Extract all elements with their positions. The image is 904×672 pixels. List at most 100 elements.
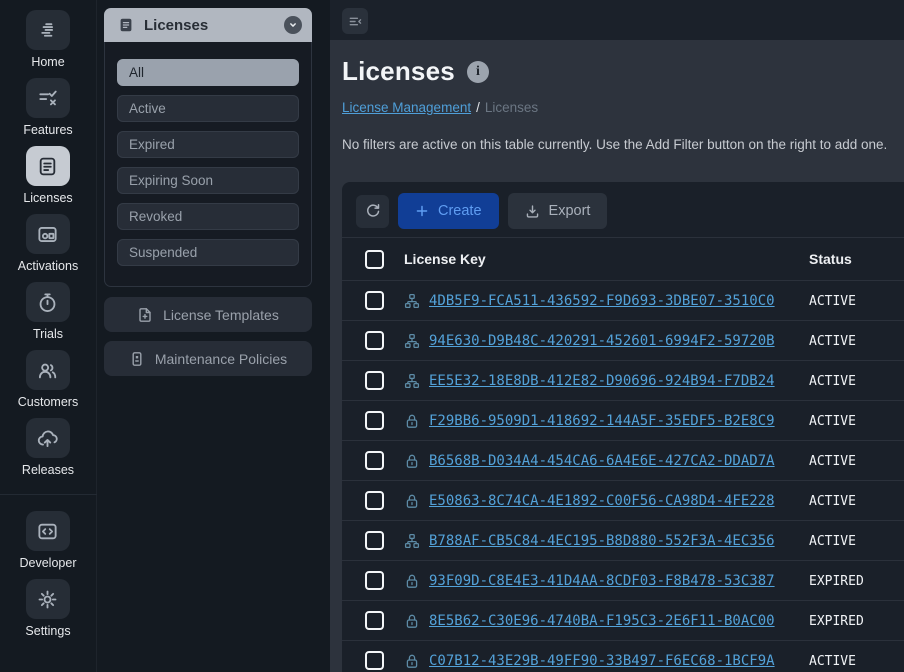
row-checkbox[interactable] <box>365 411 384 430</box>
row-checkbox[interactable] <box>365 291 384 310</box>
table-row: E50863-8C74CA-4E1892-C00F56-CA98D4-4FE22… <box>342 481 904 521</box>
breadcrumb-link-license-management[interactable]: License Management <box>342 100 471 115</box>
table-row: F29BB6-9509D1-418692-144A5F-35EDF5-B2E8C… <box>342 401 904 441</box>
license-table-body: 4DB5F9-FCA511-436592-F9D693-3DBE07-3510C… <box>342 281 904 672</box>
status-cell: EXPIRED <box>809 614 864 629</box>
license-key-link[interactable]: 8E5B62-C30E96-4740BA-F195C3-2E6F11-B0AC0… <box>429 613 775 629</box>
filter-suspended[interactable]: Suspended <box>117 239 299 266</box>
status-cell: ACTIVE <box>809 294 856 309</box>
sidebar-item-label: Settings <box>25 624 70 638</box>
row-checkbox[interactable] <box>365 331 384 350</box>
developer-icon <box>37 521 58 542</box>
table-row: EE5E32-18E8DB-412E82-D90696-924B94-F7DB2… <box>342 361 904 401</box>
row-checkbox[interactable] <box>365 651 384 670</box>
sidebar-item-features[interactable]: Features <box>18 78 78 137</box>
filter-panel-header: Licenses <box>104 8 312 42</box>
sidebar-item-label: Trials <box>33 327 63 341</box>
customers-icon <box>37 360 58 381</box>
licenses-table: License Key Status 4DB5F9-FCA511-436592-… <box>342 237 904 672</box>
sidebar-item-licenses[interactable]: Licenses <box>18 146 78 205</box>
export-button[interactable]: Export <box>508 193 608 229</box>
status-cell: ACTIVE <box>809 414 856 429</box>
lock-icon <box>404 573 420 589</box>
caret-down-icon <box>288 20 298 30</box>
table-row: B6568B-D034A4-454CA6-6A4E6E-427CA2-DDAD7… <box>342 441 904 481</box>
sidebar-divider <box>0 494 97 495</box>
file-plus-icon <box>137 307 153 323</box>
table-row: 4DB5F9-FCA511-436592-F9D693-3DBE07-3510C… <box>342 281 904 321</box>
license-key-link[interactable]: C07B12-43E29B-49FF90-33B497-F6EC68-1BCF9… <box>429 653 775 669</box>
row-checkbox[interactable] <box>365 571 384 590</box>
policy-card-icon <box>129 351 145 367</box>
top-bar <box>330 0 904 40</box>
sitemap-icon <box>404 373 420 389</box>
sidebar-item-developer[interactable]: Developer <box>20 511 77 570</box>
lock-icon <box>404 493 420 509</box>
sidebar-item-activations[interactable]: Activations <box>18 214 78 273</box>
info-icon[interactable]: i <box>467 61 489 83</box>
row-checkbox[interactable] <box>365 611 384 630</box>
table-row: 94E630-D9B48C-420291-452601-6994F2-59720… <box>342 321 904 361</box>
plus-icon <box>415 204 429 218</box>
sidebar-item-trials[interactable]: Trials <box>18 282 78 341</box>
row-checkbox[interactable] <box>365 531 384 550</box>
license-key-link[interactable]: B6568B-D034A4-454CA6-6A4E6E-427CA2-DDAD7… <box>429 453 775 469</box>
lock-icon <box>404 453 420 469</box>
row-checkbox[interactable] <box>365 491 384 510</box>
filter-revoked[interactable]: Revoked <box>117 203 299 230</box>
status-cell: ACTIVE <box>809 654 856 669</box>
sidebar-item-settings[interactable]: Settings <box>20 579 77 638</box>
app-sidebar: Home Features Licenses Activations Trials Cus… <box>0 0 97 672</box>
licenses-filter-panel: Licenses All Active Expired Expiring Soon Re… <box>104 8 312 287</box>
license-key-link[interactable]: F29BB6-9509D1-418692-144A5F-35EDF5-B2E8C… <box>429 413 775 429</box>
license-key-link[interactable]: EE5E32-18E8DB-412E82-D90696-924B94-F7DB2… <box>429 373 775 389</box>
status-cell: ACTIVE <box>809 374 856 389</box>
table-toolbar: Create Export <box>342 182 904 234</box>
panel-collapse-button[interactable] <box>284 16 302 34</box>
refresh-button[interactable] <box>356 195 389 228</box>
filter-notice: No filters are active on this table curr… <box>342 137 904 152</box>
lock-icon <box>404 413 420 429</box>
lock-icon <box>404 613 420 629</box>
features-icon <box>37 88 58 109</box>
table-header-row: License Key Status <box>342 238 904 281</box>
filter-expired[interactable]: Expired <box>117 131 299 158</box>
filter-all[interactable]: All <box>117 59 299 86</box>
column-header-status: Status <box>809 238 904 281</box>
table-row: 8E5B62-C30E96-4740BA-F195C3-2E6F11-B0AC0… <box>342 601 904 641</box>
licenses-note-icon <box>118 17 134 33</box>
page-content: Licenses i License Management/Licenses N… <box>330 40 904 672</box>
status-cell: ACTIVE <box>809 454 856 469</box>
select-all-checkbox[interactable] <box>365 250 384 269</box>
sidebar-nav: Home Features Licenses Activations Trials Cus… <box>18 10 78 486</box>
filter-active[interactable]: Active <box>117 95 299 122</box>
filter-list: All Active Expired Expiring Soon Revoked Susp… <box>104 42 312 287</box>
sidebar-item-label: Licenses <box>23 191 72 205</box>
status-cell: ACTIVE <box>809 334 856 349</box>
license-key-link[interactable]: E50863-8C74CA-4E1892-C00F56-CA98D4-4FE22… <box>429 493 775 509</box>
column-header-license-key: License Key <box>404 238 809 281</box>
create-button[interactable]: Create <box>398 193 499 229</box>
sidebar-item-releases[interactable]: Releases <box>18 418 78 477</box>
row-checkbox[interactable] <box>365 371 384 390</box>
status-cell: EXPIRED <box>809 574 864 589</box>
sidebar-item-label: Developer <box>20 556 77 570</box>
refresh-icon <box>365 203 381 219</box>
sidebar-item-label: Features <box>23 123 72 137</box>
sidebar-item-home[interactable]: Home <box>18 10 78 69</box>
sidebar-bottom-nav: Developer Settings <box>20 511 77 647</box>
sidebar-item-customers[interactable]: Customers <box>18 350 78 409</box>
download-icon <box>525 204 540 219</box>
filter-expiring-soon[interactable]: Expiring Soon <box>117 167 299 194</box>
home-icon <box>37 20 58 41</box>
row-checkbox[interactable] <box>365 451 384 470</box>
license-key-link[interactable]: B788AF-CB5C84-4EC195-B8D880-552F3A-4EC35… <box>429 533 775 549</box>
license-templates-button[interactable]: License Templates <box>104 297 312 332</box>
table-row: B788AF-CB5C84-4EC195-B8D880-552F3A-4EC35… <box>342 521 904 561</box>
sidebar-toggle-button[interactable] <box>342 8 368 34</box>
breadcrumb-separator: / <box>476 100 480 115</box>
maintenance-policies-button[interactable]: Maintenance Policies <box>104 341 312 376</box>
license-key-link[interactable]: 93F09D-C8E4E3-41D4AA-8CDF03-F8B478-53C38… <box>429 573 775 589</box>
license-key-link[interactable]: 94E630-D9B48C-420291-452601-6994F2-59720… <box>429 333 775 349</box>
license-key-link[interactable]: 4DB5F9-FCA511-436592-F9D693-3DBE07-3510C… <box>429 293 775 309</box>
